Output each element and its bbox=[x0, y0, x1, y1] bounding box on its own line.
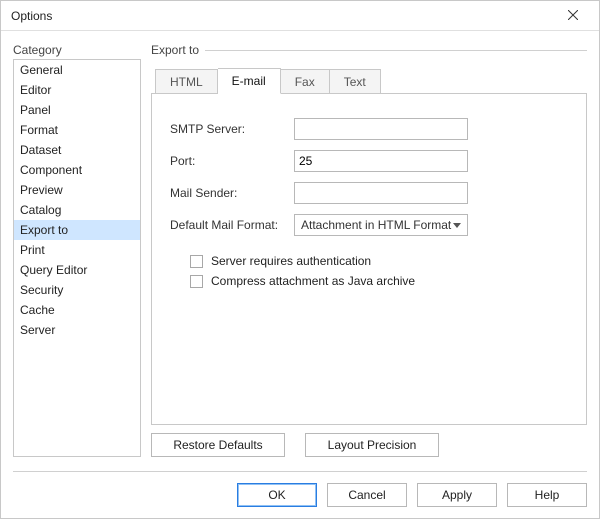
label-auth: Server requires authentication bbox=[211, 254, 371, 268]
label-compress: Compress attachment as Java archive bbox=[211, 274, 415, 288]
titlebar: Options bbox=[1, 1, 599, 31]
category-item[interactable]: Panel bbox=[14, 100, 140, 120]
tabstrip: HTMLE-mailFaxText bbox=[151, 65, 587, 93]
cancel-button[interactable]: Cancel bbox=[327, 483, 407, 507]
category-item[interactable]: Format bbox=[14, 120, 140, 140]
category-item[interactable]: Preview bbox=[14, 180, 140, 200]
layout-precision-label: Layout Precision bbox=[328, 438, 417, 452]
close-icon bbox=[568, 9, 578, 23]
category-item[interactable]: Query Editor bbox=[14, 260, 140, 280]
category-item[interactable]: Print bbox=[14, 240, 140, 260]
window-title: Options bbox=[11, 9, 52, 23]
cancel-label: Cancel bbox=[348, 488, 385, 502]
category-label: Category bbox=[13, 43, 141, 57]
input-mail-sender[interactable] bbox=[294, 182, 468, 204]
help-button[interactable]: Help bbox=[507, 483, 587, 507]
label-sender: Mail Sender: bbox=[170, 186, 294, 200]
dialog-body: Category GeneralEditorPanelFormatDataset… bbox=[1, 31, 599, 457]
tab[interactable]: HTML bbox=[155, 69, 218, 94]
export-to-group-label: Export to bbox=[151, 43, 587, 57]
tab[interactable]: Text bbox=[330, 69, 381, 94]
export-to-group-text: Export to bbox=[151, 43, 199, 57]
select-value: Attachment in HTML Format bbox=[301, 218, 451, 232]
checkbox-auth[interactable] bbox=[190, 255, 203, 268]
lower-buttons: Restore Defaults Layout Precision bbox=[151, 433, 587, 457]
help-label: Help bbox=[535, 488, 560, 502]
layout-precision-button[interactable]: Layout Precision bbox=[305, 433, 439, 457]
tab[interactable]: E-mail bbox=[218, 68, 281, 94]
category-item[interactable]: Security bbox=[14, 280, 140, 300]
label-smtp: SMTP Server: bbox=[170, 122, 294, 136]
category-item[interactable]: Server bbox=[14, 320, 140, 340]
category-item[interactable]: Dataset bbox=[14, 140, 140, 160]
label-port: Port: bbox=[170, 154, 294, 168]
row-format: Default Mail Format: Attachment in HTML … bbox=[170, 214, 568, 236]
category-item[interactable]: Export to bbox=[14, 220, 140, 240]
category-item[interactable]: General bbox=[14, 60, 140, 80]
row-auth: Server requires authentication bbox=[190, 254, 568, 268]
tabs-area: HTMLE-mailFaxText SMTP Server: Port: Mai… bbox=[151, 65, 587, 457]
footer: OK Cancel Apply Help bbox=[1, 472, 599, 518]
group-rule bbox=[205, 50, 587, 51]
category-item[interactable]: Component bbox=[14, 160, 140, 180]
settings-column: Export to HTMLE-mailFaxText SMTP Server:… bbox=[151, 43, 587, 457]
row-sender: Mail Sender: bbox=[170, 182, 568, 204]
ok-button[interactable]: OK bbox=[237, 483, 317, 507]
label-format: Default Mail Format: bbox=[170, 218, 294, 232]
checkbox-compress[interactable] bbox=[190, 275, 203, 288]
category-column: Category GeneralEditorPanelFormatDataset… bbox=[13, 43, 141, 457]
tab[interactable]: Fax bbox=[281, 69, 330, 94]
close-button[interactable] bbox=[553, 2, 593, 30]
restore-defaults-button[interactable]: Restore Defaults bbox=[151, 433, 285, 457]
tab-panel-email: SMTP Server: Port: Mail Sender: Default … bbox=[151, 93, 587, 425]
category-item[interactable]: Catalog bbox=[14, 200, 140, 220]
restore-defaults-label: Restore Defaults bbox=[173, 438, 262, 452]
select-default-mail-format[interactable]: Attachment in HTML Format bbox=[294, 214, 468, 236]
row-port: Port: bbox=[170, 150, 568, 172]
row-smtp: SMTP Server: bbox=[170, 118, 568, 140]
input-port[interactable] bbox=[294, 150, 468, 172]
apply-label: Apply bbox=[442, 488, 472, 502]
row-compress: Compress attachment as Java archive bbox=[190, 274, 568, 288]
apply-button[interactable]: Apply bbox=[417, 483, 497, 507]
category-item[interactable]: Cache bbox=[14, 300, 140, 320]
options-dialog: Options Category GeneralEditorPanelForma… bbox=[0, 0, 600, 519]
input-smtp-server[interactable] bbox=[294, 118, 468, 140]
category-label-text: Category bbox=[13, 43, 62, 57]
category-item[interactable]: Editor bbox=[14, 80, 140, 100]
category-list[interactable]: GeneralEditorPanelFormatDatasetComponent… bbox=[13, 59, 141, 457]
chevron-down-icon bbox=[453, 223, 461, 228]
ok-label: OK bbox=[268, 488, 285, 502]
